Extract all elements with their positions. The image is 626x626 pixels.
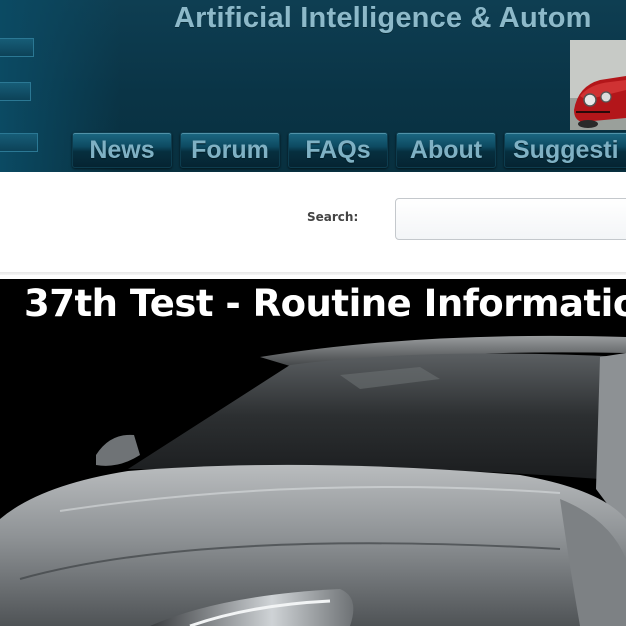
divider <box>0 272 626 275</box>
nav-tab-about[interactable]: About <box>396 132 496 168</box>
sidebar-bar[interactable] <box>0 38 34 57</box>
hero-title: 37th Test - Routine Informatio <box>24 282 626 325</box>
nav-tab-faqs[interactable]: FAQs <box>288 132 388 168</box>
nav-tab-news[interactable]: News <box>72 132 172 168</box>
hero-banner: 37th Test - Routine Informatio <box>0 279 626 626</box>
nav-tab-forum[interactable]: Forum <box>180 132 280 168</box>
site-title: Artificial Intelligence & Autom <box>174 2 592 34</box>
sidebar-bar[interactable] <box>0 82 31 101</box>
nav-tab-suggestions[interactable]: Suggesti <box>504 132 626 168</box>
search-input[interactable] <box>395 198 626 240</box>
sidebar-bar[interactable] <box>0 133 38 152</box>
search-label: Search: <box>307 210 359 224</box>
hero-car-image <box>0 279 626 626</box>
header-banner: Artificial Intelligence & Autom News For… <box>0 0 626 172</box>
header-car-image <box>570 40 626 130</box>
